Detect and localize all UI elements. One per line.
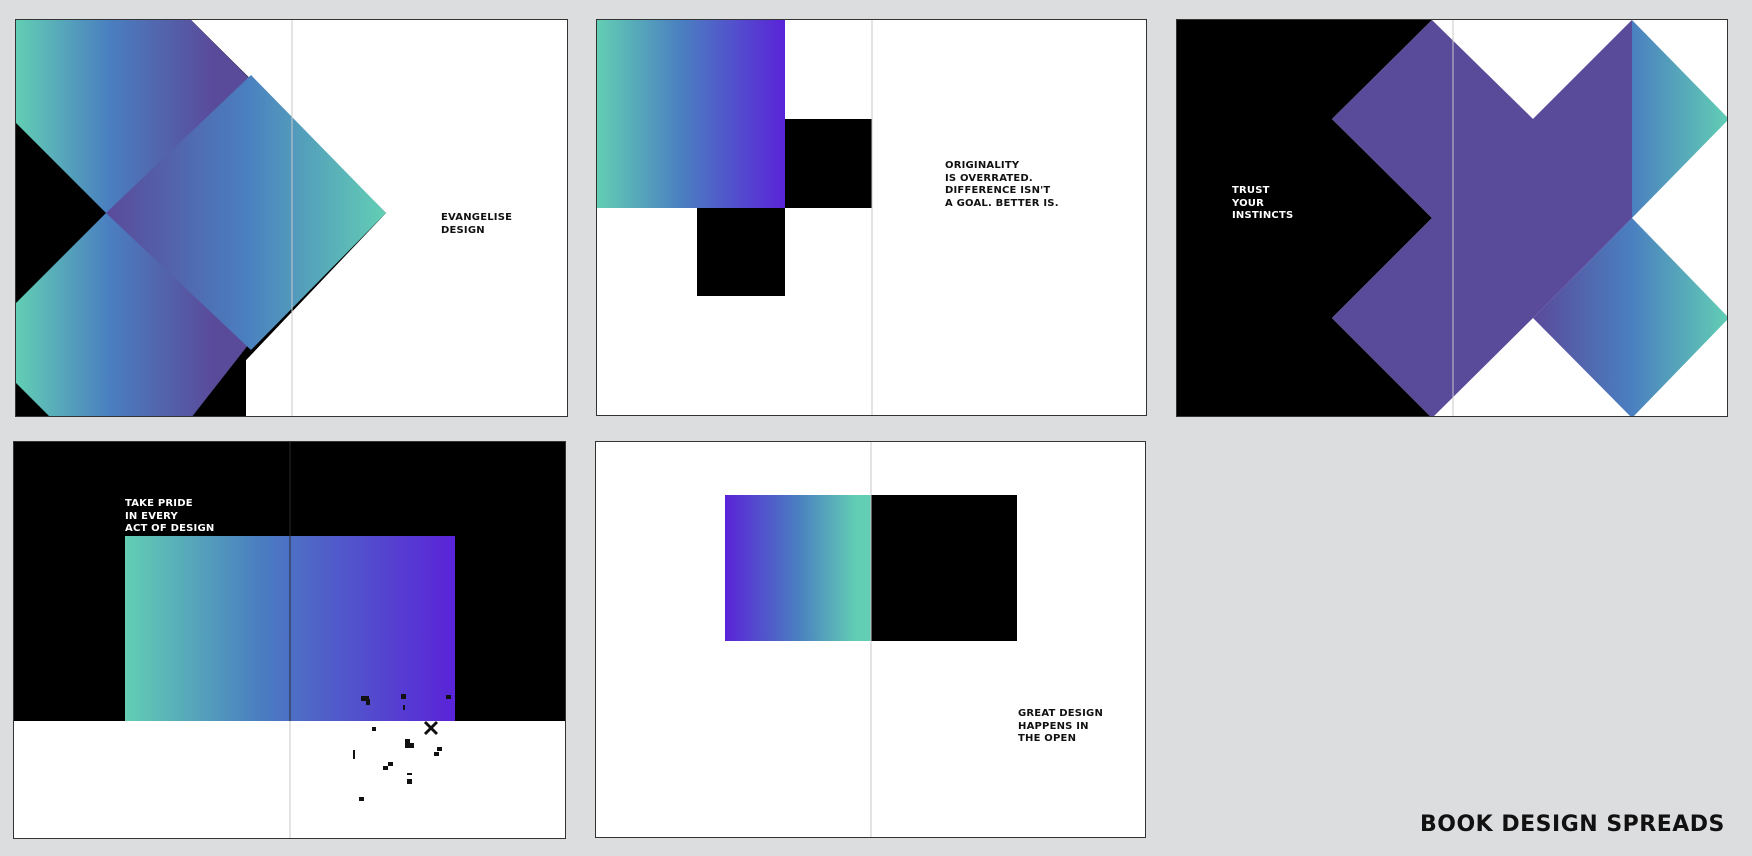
great-design-artwork — [596, 442, 1145, 837]
gradient-square — [597, 20, 785, 208]
spread-take-pride: TAKE PRIDE IN EVERY ACT OF DESIGN — [13, 441, 566, 839]
caption-trust: TRUST YOUR INSTINCTS — [1232, 185, 1294, 221]
caption-evangelise: EVANGELISE DESIGN — [441, 212, 513, 236]
caption-great-design: GREAT DESIGN HAPPENS IN THE OPEN — [1018, 708, 1104, 744]
spread-evangelise-design: EVANGELISE DESIGN — [15, 19, 568, 417]
caption-take-pride: TAKE PRIDE IN EVERY ACT OF DESIGN — [125, 498, 215, 534]
spread-great-design: GREAT DESIGN HAPPENS IN THE OPEN — [595, 441, 1146, 838]
black-square-right — [785, 119, 872, 208]
gradient-square — [725, 495, 871, 641]
page-title: BOOK DESIGN SPREADS — [1420, 812, 1725, 837]
spread-trust-your-instincts: TRUST YOUR INSTINCTS — [1176, 19, 1728, 417]
originality-artwork — [597, 20, 1146, 415]
take-pride-artwork — [14, 442, 565, 838]
black-square — [871, 495, 1017, 641]
caption-originality: ORIGINALITY IS OVERRATED. DIFFERENCE ISN… — [945, 160, 1059, 209]
spread-originality: ORIGINALITY IS OVERRATED. DIFFERENCE ISN… — [596, 19, 1147, 416]
black-square-bottom — [697, 208, 785, 296]
